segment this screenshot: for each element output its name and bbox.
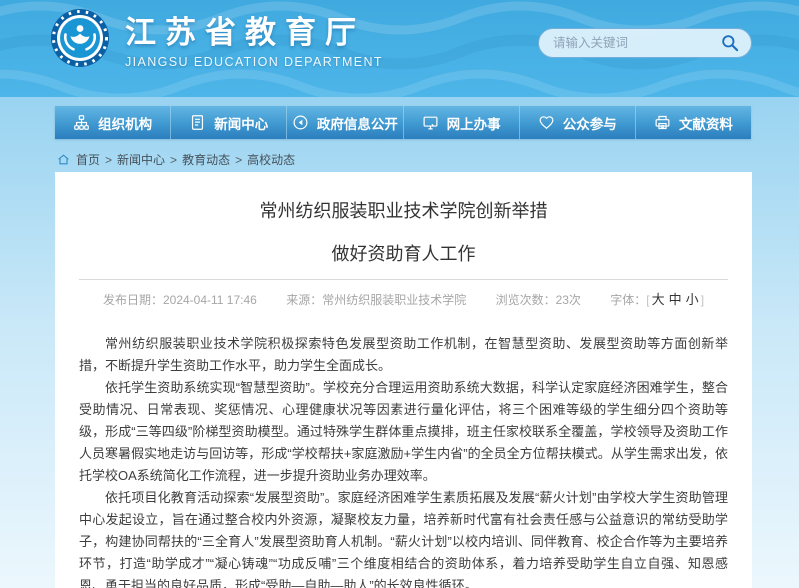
nav-item-label: 公众参与 xyxy=(563,113,617,133)
site-subtitle: JIANGSU EDUCATION DEPARTMENT xyxy=(125,55,383,69)
breadcrumb-item-news-center[interactable]: 新闻中心 xyxy=(117,151,165,168)
nav-item-label: 新闻中心 xyxy=(214,113,268,133)
view-count: 浏览次数：23次 xyxy=(496,293,581,307)
nav-item-online-services[interactable]: 网上办事 xyxy=(404,106,520,139)
article-source: 来源：常州纺织服装职业技术学院 xyxy=(286,293,466,307)
home-icon[interactable] xyxy=(57,153,70,166)
font-size-selector: 字体：[大中小] xyxy=(610,293,704,307)
article-paragraph: 常州纺织服装职业技术学院积极探索特色发展型资助工作机制，在智慧型资助、发展型资助… xyxy=(79,333,728,377)
article-body: 常州纺织服装职业技术学院积极探索特色发展型资助工作机制，在智慧型资助、发展型资助… xyxy=(79,333,728,588)
article-title-line1: 常州纺织服装职业技术学院创新举措 xyxy=(79,198,728,224)
heart-icon xyxy=(538,114,555,131)
main-nav: 组织机构 新闻中心 政府信息公开 网上办事 公众参与 xyxy=(55,106,751,139)
search-box xyxy=(538,28,752,58)
monitor-icon xyxy=(422,114,439,131)
publish-date: 发布日期：2024-04-11 17:46 xyxy=(103,293,257,307)
nav-item-label: 组织机构 xyxy=(98,113,152,133)
font-size-label: 字体： xyxy=(610,293,646,307)
news-doc-icon xyxy=(189,114,206,131)
info-disclosure-icon xyxy=(292,114,309,131)
font-size-large-button[interactable]: 大 xyxy=(650,292,667,307)
site-header: 江苏省教育厅 JIANGSU EDUCATION DEPARTMENT xyxy=(0,0,799,97)
article-paragraph: 依托学生资助系统实现“智慧型资助”。学校充分合理运用资助系统大数据，科学认定家庭… xyxy=(79,377,728,487)
nav-item-public-participation[interactable]: 公众参与 xyxy=(520,106,636,139)
nav-item-label: 网上办事 xyxy=(447,113,501,133)
org-chart-icon xyxy=(73,114,90,131)
nav-item-news-center[interactable]: 新闻中心 xyxy=(171,106,287,139)
article-paragraph: 依托项目化教育活动探索“发展型资助”。家庭经济困难学生素质拓展及发展“薪火计划”… xyxy=(79,487,728,588)
breadcrumb-item-education-news[interactable]: 教育动态 xyxy=(182,151,230,168)
search-input[interactable] xyxy=(553,36,720,50)
article-title-line2: 做好资助育人工作 xyxy=(79,241,728,267)
breadcrumb: 首页 > 新闻中心 > 教育动态 > 高校动态 xyxy=(57,151,295,168)
article-panel: 常州纺织服装职业技术学院创新举措 做好资助育人工作 发布日期：2024-04-1… xyxy=(55,172,752,588)
font-size-medium-button[interactable]: 中 xyxy=(667,292,684,307)
breadcrumb-item-home[interactable]: 首页 xyxy=(76,151,100,168)
breadcrumb-separator: > xyxy=(105,153,112,167)
printer-archive-icon xyxy=(654,114,671,131)
site-brand[interactable]: 江苏省教育厅 JIANGSU EDUCATION DEPARTMENT xyxy=(50,7,383,69)
site-title: 江苏省教育厅 xyxy=(125,7,383,52)
search-icon[interactable] xyxy=(720,33,740,53)
breadcrumb-separator: > xyxy=(235,153,242,167)
nav-item-documents[interactable]: 文献资料 xyxy=(636,106,751,139)
title-divider xyxy=(79,279,728,280)
nav-item-gov-info-disclosure[interactable]: 政府信息公开 xyxy=(287,106,403,139)
breadcrumb-separator: > xyxy=(170,153,177,167)
nav-item-label: 文献资料 xyxy=(679,113,733,133)
nav-item-organization[interactable]: 组织机构 xyxy=(55,106,171,139)
article-meta: 发布日期：2024-04-11 17:46 来源：常州纺织服装职业技术学院 浏览… xyxy=(79,289,728,308)
font-size-small-button[interactable]: 小 xyxy=(684,292,701,307)
breadcrumb-item-university-news[interactable]: 高校动态 xyxy=(247,151,295,168)
nav-item-label: 政府信息公开 xyxy=(317,113,398,133)
education-emblem-icon xyxy=(50,8,110,68)
